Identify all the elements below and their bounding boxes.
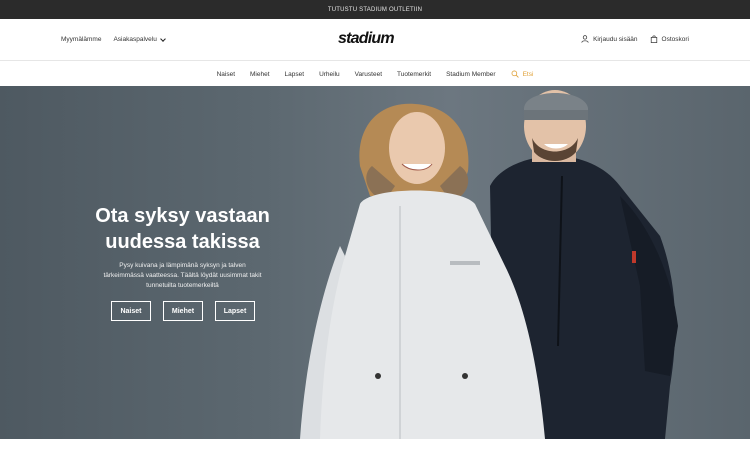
nav-item-miehet[interactable]: Miehet xyxy=(250,71,270,78)
hero-subtitle: Pysy kuivana ja lämpimänä syksyn ja talv… xyxy=(75,261,290,291)
nav-item-varusteet[interactable]: Varusteet xyxy=(355,71,382,78)
search-button[interactable]: Etsi xyxy=(511,70,534,78)
search-label: Etsi xyxy=(522,70,534,78)
header-left-links: Myymälämme Asiakaspalvelu xyxy=(61,35,166,43)
chevron-down-icon xyxy=(159,35,166,42)
hero-models-image xyxy=(300,90,678,439)
main-nav: Naiset Miehet Lapset Urheilu Varusteet T… xyxy=(0,62,750,86)
hero-title: Ota syksy vastaan uudessa takissa xyxy=(60,203,305,255)
cart-link[interactable]: Ostoskori xyxy=(650,35,689,43)
stores-link[interactable]: Myymälämme xyxy=(61,36,101,43)
nav-item-naiset[interactable]: Naiset xyxy=(217,71,235,78)
hero-title-line-1: Ota syksy vastaan xyxy=(95,205,270,227)
hero-button-lapset[interactable]: Lapset xyxy=(215,301,255,321)
header-right-links: Kirjaudu sisään Ostoskori xyxy=(581,35,689,43)
promo-text[interactable]: TUTUSTU STADIUM OUTLETIIN xyxy=(328,7,422,13)
hero-buttons: Naiset Miehet Lapset xyxy=(111,301,255,321)
nav-item-tuotemerkit[interactable]: Tuotemerkit xyxy=(397,71,431,78)
hero-subtitle-line-2: tärkeimmässä vaatteessa. Täältä löydät u… xyxy=(103,272,262,279)
logo-text: stadium xyxy=(338,30,395,47)
hero-title-line-2: uudessa takissa xyxy=(105,231,260,253)
search-icon xyxy=(511,70,519,78)
hero-subtitle-line-3: tunnetuilta tuotemerkeiltä xyxy=(146,282,219,289)
login-link[interactable]: Kirjaudu sisään xyxy=(581,35,638,43)
cart-label: Ostoskori xyxy=(661,35,689,43)
bag-icon xyxy=(650,35,657,43)
customer-service-dropdown[interactable]: Asiakaspalvelu xyxy=(113,35,166,43)
stadium-logo[interactable]: stadium xyxy=(338,30,414,48)
hero-button-naiset[interactable]: Naiset xyxy=(111,301,151,321)
promo-bar[interactable]: TUTUSTU STADIUM OUTLETIIN xyxy=(0,0,750,19)
nav-item-stadium-member[interactable]: Stadium Member xyxy=(446,71,496,78)
customer-service-label: Asiakaspalvelu xyxy=(113,36,157,43)
nav-item-urheilu[interactable]: Urheilu xyxy=(319,71,340,78)
page-below-hero xyxy=(0,439,750,450)
stores-label: Myymälämme xyxy=(61,36,102,43)
hero-banner[interactable]: Ota syksy vastaan uudessa takissa Pysy k… xyxy=(0,86,750,439)
user-icon xyxy=(581,35,589,43)
hero-subtitle-line-1: Pysy kuivana ja lämpimänä syksyn ja talv… xyxy=(119,262,246,269)
hero-button-miehet[interactable]: Miehet xyxy=(163,301,203,321)
login-label: Kirjaudu sisään xyxy=(593,35,638,43)
site-header: Myymälämme Asiakaspalvelu stadium Kirjau… xyxy=(0,19,750,61)
nav-item-lapset[interactable]: Lapset xyxy=(285,71,305,78)
